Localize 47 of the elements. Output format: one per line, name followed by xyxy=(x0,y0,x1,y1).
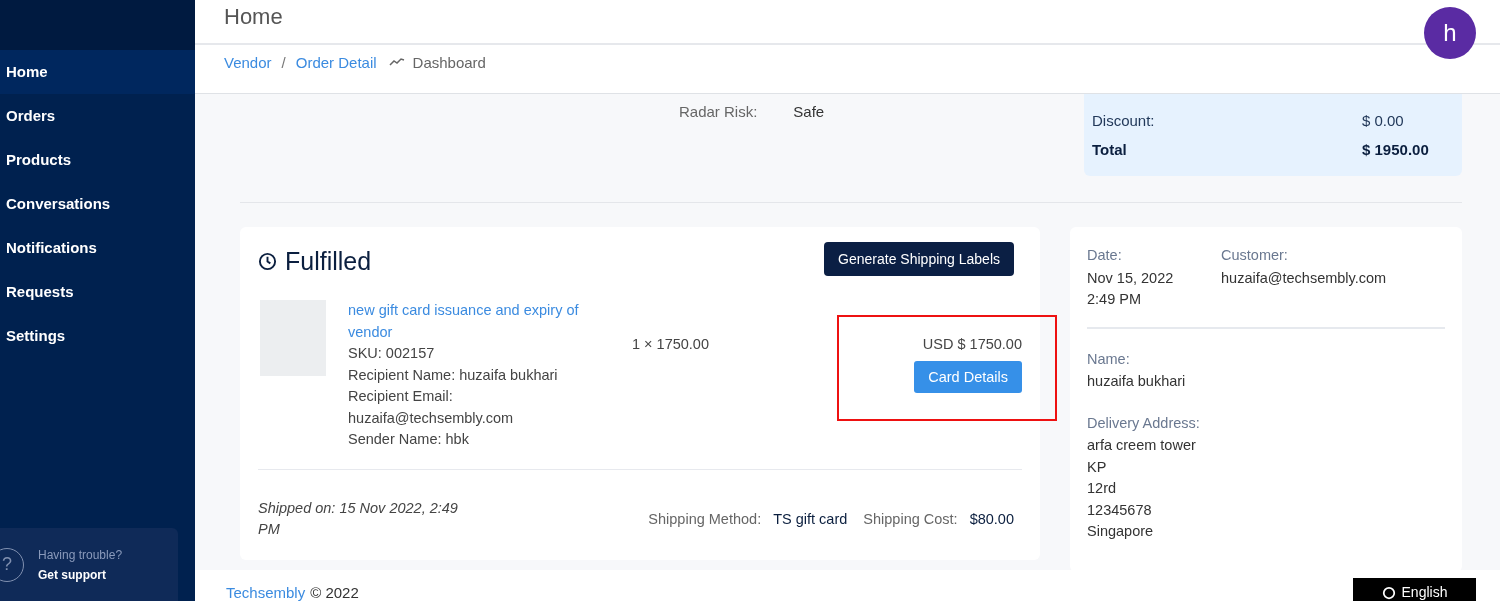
summary-label: Total xyxy=(1092,141,1128,158)
breadcrumb-link[interactable]: Vendor xyxy=(224,53,272,71)
brand-link[interactable]: Techsembly xyxy=(226,584,306,601)
copyright-text: © 2022 xyxy=(310,584,359,601)
product-detail: Recipient Email: huzaifa@techsembly.com xyxy=(348,387,515,428)
address-line: 12rd xyxy=(1087,479,1118,498)
language-button[interactable]: English xyxy=(1353,578,1476,601)
support-prompt: Having trouble? xyxy=(38,547,123,562)
risk-label: Radar Risk: xyxy=(679,103,758,122)
name-value: huzaifa bukhari xyxy=(1087,372,1187,391)
product-link[interactable]: new gift card issuance and expiry of vendor xyxy=(348,300,618,343)
address-line: KP xyxy=(1087,457,1108,477)
customer-email: huzaifa@techsembly.com xyxy=(1221,268,1387,288)
product-detail: Recipient Name: huzaifa bukhari xyxy=(348,365,559,385)
risk-value: Safe xyxy=(793,103,825,122)
address-line: arfa creem tower xyxy=(1087,436,1197,455)
product-detail: SKU: 002157 xyxy=(348,344,436,363)
date-value: Nov 15, 2022 xyxy=(1087,268,1175,288)
product-detail: Sender Name: hbk xyxy=(348,430,470,449)
address-label: Delivery Address: xyxy=(1087,413,1201,433)
item-price: USD $ 1750.00 xyxy=(922,336,1022,352)
support-link[interactable]: Get support xyxy=(38,567,123,582)
name-label: Name: xyxy=(1087,349,1131,369)
shipping-cost-value: $80.00 xyxy=(969,510,1014,527)
shipping-cost-label: Shipping Cost: xyxy=(863,510,958,527)
trend-line-icon xyxy=(388,57,405,67)
shipped-date: Shipped on: 15 Nov 2022, 2:49 PM xyxy=(258,498,459,539)
summary-value: $ 1950.00 xyxy=(1362,141,1429,158)
sidebar-item[interactable]: Home xyxy=(0,50,195,94)
shipping-method-label: Shipping Method: xyxy=(648,510,762,527)
breadcrumb-separator: / xyxy=(281,53,286,71)
date-value: 2:49 PM xyxy=(1087,290,1142,309)
avatar[interactable]: h xyxy=(1424,7,1476,59)
section-title: Fulfilled xyxy=(285,247,372,276)
date-label: Date: xyxy=(1087,246,1123,265)
page-title: Home xyxy=(224,4,283,30)
address-line: Singapore xyxy=(1087,522,1155,541)
shipping-method-value: TS gift card xyxy=(773,510,848,527)
generate-labels-button[interactable]: Generate Shipping Labels xyxy=(824,241,1014,276)
summary-value: $ 0.00 xyxy=(1362,112,1404,129)
clock-icon xyxy=(258,252,277,271)
customer-label: Customer: xyxy=(1221,246,1289,265)
breadcrumb-link[interactable]: Order Detail xyxy=(295,53,377,71)
breadcrumb-current: Dashboard xyxy=(412,53,486,71)
address-line: 12345678 xyxy=(1087,500,1153,520)
summary-label: Discount: xyxy=(1092,112,1156,129)
quantity-price: 1 × 1750.00 xyxy=(632,336,710,352)
